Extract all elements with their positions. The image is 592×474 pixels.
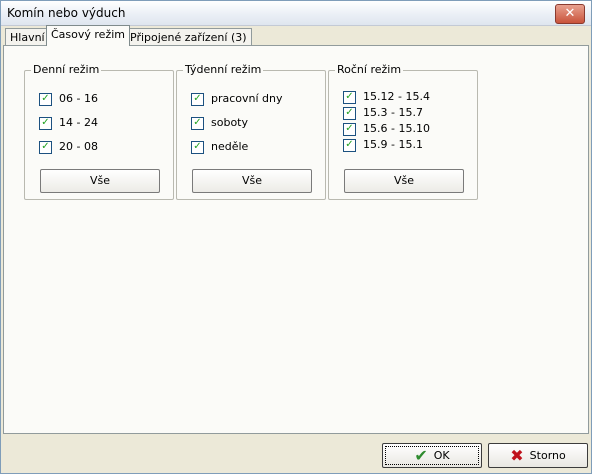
ok-button[interactable]: ✔ OK bbox=[382, 443, 482, 468]
check-icon: ✔ bbox=[414, 445, 428, 465]
checkbox-label: pracovní dny bbox=[211, 92, 283, 105]
group-title: Denní režim bbox=[31, 63, 102, 76]
checkbox-check-icon[interactable]: ✓ bbox=[39, 93, 52, 106]
checkbox-check-icon[interactable]: ✓ bbox=[343, 139, 356, 152]
dialog-footer: ✔ OK ✖ Storno bbox=[1, 434, 591, 473]
checkbox-check-icon[interactable]: ✓ bbox=[343, 91, 356, 104]
checkbox-check-icon[interactable]: ✓ bbox=[191, 117, 204, 130]
checkbox-label: neděle bbox=[211, 140, 249, 153]
tab-strip: Hlavní Časový režim Připojené zařízení (… bbox=[1, 25, 591, 47]
group-rocni-rezim: Roční režim ✓ 15.12 - 15.4 ✓ 15.3 - 15.7… bbox=[328, 63, 478, 200]
window-title: Komín nebo výduch bbox=[7, 6, 126, 20]
tab-label: Připojené zařízení (3) bbox=[130, 31, 247, 44]
group-title: Týdenní režim bbox=[183, 63, 264, 76]
close-icon: ✕ bbox=[564, 6, 576, 21]
tab-hlavni[interactable]: Hlavní bbox=[5, 28, 50, 46]
tab-label: Časový režim bbox=[51, 28, 125, 41]
checkbox-check-icon[interactable]: ✓ bbox=[39, 141, 52, 154]
select-all-weekly-button[interactable]: Vše bbox=[192, 169, 312, 193]
title-bar[interactable]: Komín nebo výduch ✕ bbox=[1, 1, 591, 26]
checkbox-label: 14 - 24 bbox=[59, 116, 98, 129]
checkbox-check-icon[interactable]: ✓ bbox=[39, 117, 52, 130]
checkbox-label: 06 - 16 bbox=[59, 92, 98, 105]
group-denni-rezim: Denní režim ✓ 06 - 16 ✓ 14 - 24 ✓ 20 - 0… bbox=[24, 63, 174, 200]
checkbox-check-icon[interactable]: ✓ bbox=[343, 107, 356, 120]
group-tydenni-rezim: Týdenní režim ✓ pracovní dny ✓ soboty ✓ … bbox=[176, 63, 326, 200]
checkbox-label: 15.6 - 15.10 bbox=[363, 122, 430, 135]
select-all-yearly-button[interactable]: Vše bbox=[344, 169, 464, 193]
tab-label: Hlavní bbox=[10, 31, 45, 44]
checkbox-label: 20 - 08 bbox=[59, 140, 98, 153]
group-title: Roční režim bbox=[335, 63, 404, 76]
tab-casovy-rezim[interactable]: Časový režim bbox=[46, 25, 130, 46]
tab-panel: Denní režim ✓ 06 - 16 ✓ 14 - 24 ✓ 20 - 0… bbox=[3, 45, 589, 434]
checkbox-label: 15.3 - 15.7 bbox=[363, 106, 423, 119]
checkbox-label: 15.12 - 15.4 bbox=[363, 90, 430, 103]
ok-label: OK bbox=[433, 449, 450, 462]
dialog-window: Komín nebo výduch ✕ Hlavní Časový režim … bbox=[0, 0, 592, 474]
checkbox-label: 15.9 - 15.1 bbox=[363, 138, 423, 151]
checkbox-check-icon[interactable]: ✓ bbox=[191, 93, 204, 106]
cancel-icon: ✖ bbox=[510, 445, 524, 465]
tab-pripojene-zarizeni[interactable]: Připojené zařízení (3) bbox=[125, 28, 252, 46]
checkbox-check-icon[interactable]: ✓ bbox=[343, 123, 356, 136]
cancel-button[interactable]: ✖ Storno bbox=[488, 443, 588, 468]
close-button[interactable]: ✕ bbox=[555, 4, 585, 24]
cancel-label: Storno bbox=[529, 449, 566, 462]
checkbox-label: soboty bbox=[211, 116, 248, 129]
select-all-daily-button[interactable]: Vše bbox=[40, 169, 160, 193]
checkbox-check-icon[interactable]: ✓ bbox=[191, 141, 204, 154]
